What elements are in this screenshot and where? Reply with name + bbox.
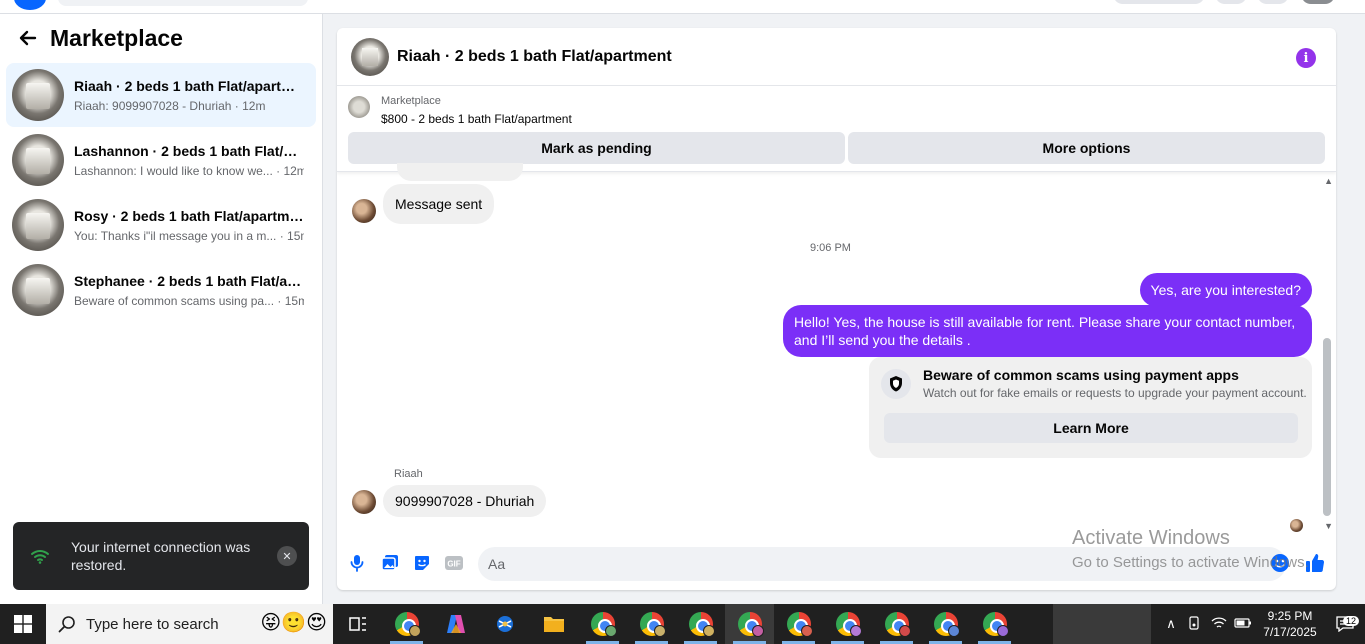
toast-message: Your internet connection was restored. bbox=[71, 539, 251, 573]
sender-avatar[interactable] bbox=[352, 490, 376, 514]
meet-now-icon[interactable] bbox=[1183, 615, 1207, 633]
listing-thumbnail bbox=[12, 69, 64, 121]
previous-message-bubble bbox=[397, 163, 523, 181]
scam-warning-text: Watch out for fake emails or requests to… bbox=[923, 386, 1307, 400]
listing-source-label: Marketplace bbox=[381, 95, 441, 107]
file-explorer-icon[interactable] bbox=[529, 604, 578, 644]
system-clock[interactable]: 9:25 PM 7/17/2025 bbox=[1255, 608, 1325, 640]
windows-taskbar: Type here to search 😝🙂😍 ∧ 9:25 PM 7/17/2… bbox=[0, 604, 1365, 644]
chat-panel: Riaah · 2 beds 1 bath Flat/apartment i M… bbox=[337, 28, 1336, 590]
conversation-item[interactable]: Lashannon · 2 beds 1 bath Flat/apa... La… bbox=[6, 128, 316, 192]
chrome-icon[interactable] bbox=[382, 604, 431, 644]
chrome-icon[interactable] bbox=[970, 604, 1019, 644]
more-options-button[interactable]: More options bbox=[848, 132, 1325, 164]
conversation-preview: Beware of common scams using pa... · 15m bbox=[74, 293, 304, 308]
chrome-icon[interactable] bbox=[676, 604, 725, 644]
info-icon[interactable]: i bbox=[1296, 48, 1316, 68]
emoji-faces-icon: 😝🙂😍 bbox=[260, 612, 327, 634]
photo-icon[interactable] bbox=[379, 552, 401, 574]
taskbar-empty-slot bbox=[1053, 604, 1151, 644]
message-bubble-outgoing: Hello! Yes, the house is still available… bbox=[783, 305, 1312, 357]
chevron-up-icon[interactable]: ∧ bbox=[1159, 616, 1183, 632]
chrome-icon[interactable] bbox=[823, 604, 872, 644]
copilot-icon[interactable] bbox=[431, 604, 480, 644]
message-timestamp: 9:06 PM bbox=[810, 242, 851, 254]
wifi-icon bbox=[29, 548, 51, 564]
message-bubble-outgoing: Yes, are you interested? bbox=[1139, 273, 1312, 307]
listing-banner: Marketplace $800 - 2 beds 1 bath Flat/ap… bbox=[337, 86, 1336, 172]
sender-avatar[interactable] bbox=[352, 199, 376, 223]
scam-warning-card: Beware of common scams using payment app… bbox=[869, 357, 1312, 458]
top-nav-strip bbox=[0, 0, 1365, 14]
snipping-tool-icon[interactable] bbox=[480, 604, 529, 644]
system-tray: ∧ 9:25 PM 7/17/2025 12 bbox=[1053, 604, 1365, 644]
menu-icon[interactable] bbox=[1215, 0, 1247, 4]
conversation-title: Lashannon · 2 beds 1 bath Flat/apa... bbox=[74, 142, 304, 159]
chat-header: Riaah · 2 beds 1 bath Flat/apartment i bbox=[337, 28, 1336, 86]
microphone-icon[interactable] bbox=[346, 552, 368, 574]
conversation-sidebar: Marketplace Riaah · 2 beds 1 bath Flat/a… bbox=[0, 14, 323, 604]
clock-date: 7/17/2025 bbox=[1263, 625, 1317, 639]
message-thread: Message sent 9:06 PM Yes, are you intere… bbox=[337, 163, 1336, 533]
chrome-icon[interactable] bbox=[725, 604, 774, 644]
sidebar-header: Marketplace bbox=[0, 14, 322, 62]
learn-more-button[interactable]: Learn More bbox=[884, 413, 1298, 443]
message-bubble-incoming: Message sent bbox=[383, 184, 495, 224]
conversation-title: Rosy · 2 beds 1 bath Flat/apartment bbox=[74, 207, 304, 224]
gif-icon[interactable]: GIF bbox=[443, 552, 465, 574]
clock-time: 9:25 PM bbox=[1267, 609, 1313, 623]
battery-icon[interactable] bbox=[1231, 617, 1255, 632]
windows-start-icon[interactable] bbox=[0, 604, 46, 644]
search-icon bbox=[58, 616, 75, 633]
watermark-title: Activate Windows bbox=[1072, 527, 1230, 549]
facebook-search-bar[interactable] bbox=[58, 0, 308, 6]
sticker-icon[interactable] bbox=[411, 552, 433, 574]
activation-watermark: Activate Windows Go to Settings to activ… bbox=[1072, 527, 1309, 571]
listing-thumbnail bbox=[12, 134, 64, 186]
notification-count: 12 bbox=[1342, 616, 1359, 626]
svg-text:GIF: GIF bbox=[447, 560, 460, 569]
scam-warning-title: Beware of common scams using payment app… bbox=[923, 367, 1239, 383]
chrome-icon[interactable] bbox=[578, 604, 627, 644]
shield-icon bbox=[881, 369, 911, 399]
profile-avatar[interactable] bbox=[1301, 0, 1335, 4]
chat-avatar[interactable] bbox=[351, 37, 389, 76]
facebook-logo-icon[interactable] bbox=[14, 0, 46, 10]
nav-button[interactable] bbox=[1113, 0, 1205, 4]
scrollbar-thumb[interactable] bbox=[1323, 338, 1331, 516]
chat-title[interactable]: Riaah · 2 beds 1 bath Flat/apartment bbox=[397, 48, 672, 66]
close-icon[interactable]: ✕ bbox=[277, 546, 297, 566]
back-arrow-icon[interactable] bbox=[16, 26, 40, 50]
conversation-title: Riaah · 2 beds 1 bath Flat/apartment bbox=[74, 77, 304, 94]
taskbar-search[interactable]: Type here to search 😝🙂😍 bbox=[46, 604, 333, 644]
wifi-icon[interactable] bbox=[1207, 616, 1231, 633]
listing-thumbnail bbox=[12, 264, 64, 316]
sidebar-title: Marketplace bbox=[50, 24, 183, 51]
taskbar-search-text: Type here to search bbox=[86, 615, 219, 633]
messenger-icon[interactable] bbox=[1257, 0, 1289, 4]
message-bubble-incoming: 9099907028 - Dhuriah bbox=[383, 485, 547, 517]
connection-toast: Your internet connection was restored. ✕ bbox=[13, 522, 309, 590]
scroll-down-icon[interactable]: ▼ bbox=[1324, 521, 1333, 531]
chrome-icon[interactable] bbox=[774, 604, 823, 644]
scroll-up-icon[interactable]: ▲ bbox=[1324, 176, 1333, 186]
conversation-item[interactable]: Riaah · 2 beds 1 bath Flat/apartment Ria… bbox=[6, 63, 316, 127]
chrome-icon[interactable] bbox=[872, 604, 921, 644]
mark-pending-button[interactable]: Mark as pending bbox=[348, 132, 845, 164]
listing-thumbnail bbox=[12, 199, 64, 251]
task-view-icon[interactable] bbox=[333, 604, 382, 644]
conversation-item[interactable]: Stephanee · 2 beds 1 bath Flat/apa... Be… bbox=[6, 258, 316, 322]
listing-thumbnail[interactable] bbox=[348, 96, 370, 118]
notification-center-icon[interactable]: 12 bbox=[1325, 616, 1365, 632]
sender-name: Riaah bbox=[394, 468, 423, 480]
chrome-icon[interactable] bbox=[921, 604, 970, 644]
conversation-preview: Lashannon: I would like to know we... · … bbox=[74, 163, 304, 178]
conversation-preview: Riaah: 9099907028 - Dhuriah · 12m bbox=[74, 98, 266, 113]
conversation-item[interactable]: Rosy · 2 beds 1 bath Flat/apartment You:… bbox=[6, 193, 316, 257]
listing-price[interactable]: $800 - 2 beds 1 bath Flat/apartment bbox=[381, 112, 572, 126]
conversation-preview: You: Thanks i"il message you in a m... ·… bbox=[74, 228, 304, 243]
watermark-subtitle: Go to Settings to activate Windows. bbox=[1072, 554, 1309, 571]
conversation-title: Stephanee · 2 beds 1 bath Flat/apa... bbox=[74, 272, 304, 289]
chrome-icon[interactable] bbox=[627, 604, 676, 644]
